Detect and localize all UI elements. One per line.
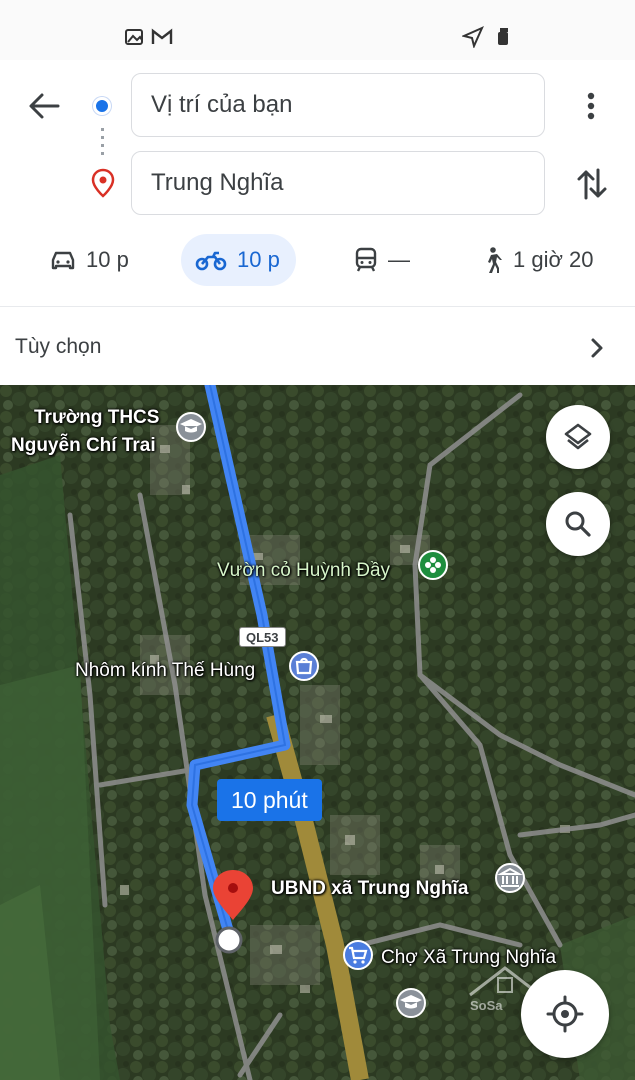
mode-motorbike-label: 10 p	[237, 247, 280, 272]
school-icon[interactable]	[176, 412, 206, 442]
options-row[interactable]: Tùy chọn	[0, 310, 635, 385]
school-label-line2: Nguyễn Chí Trai	[11, 435, 156, 456]
shop-label: Nhôm kính Thế Hùng	[75, 660, 256, 681]
transit-icon	[355, 247, 377, 272]
government-icon[interactable]	[495, 863, 525, 893]
office-label: UBND xã Trung Nghĩa	[271, 878, 469, 899]
destination-field[interactable]: Trung Nghĩa	[131, 151, 545, 215]
mode-walk[interactable]: 1 giờ 20	[481, 234, 593, 286]
travel-modes: 10 p 10 p — 1 giờ 20	[0, 234, 635, 289]
motorbike-icon	[195, 251, 227, 271]
search-button[interactable]	[546, 492, 610, 556]
map-view[interactable]: Trường THCS Nguyễn Chí Trai Vườn cỏ Huỳn…	[0, 385, 635, 1080]
school-label-line1: Trường THCS	[34, 407, 160, 428]
swap-icon[interactable]	[572, 164, 612, 204]
mode-transit[interactable]: —	[354, 234, 410, 286]
back-arrow-icon[interactable]	[22, 88, 68, 124]
road-shield: QL53	[239, 627, 286, 647]
mode-walk-label: 1 giờ 20	[513, 247, 594, 272]
mode-transit-label: —	[388, 247, 410, 272]
garden-label: Vườn cỏ Huỳnh Đầy	[217, 560, 391, 581]
mode-car[interactable]: 10 p	[50, 234, 129, 286]
shop-icon[interactable]	[289, 651, 319, 681]
route-duration-label[interactable]: 10 phút	[217, 779, 322, 821]
layers-icon	[564, 423, 592, 450]
directions-panel: Vị trí của bạn Trung Nghĩa 10 p 10 p — 1…	[0, 0, 635, 385]
options-label: Tùy chọn	[15, 335, 102, 358]
route-connector	[101, 128, 104, 160]
mode-car-label: 10 p	[86, 247, 129, 272]
school-icon[interactable]	[396, 988, 426, 1018]
more-options-icon[interactable]	[578, 88, 604, 124]
car-icon	[51, 251, 75, 270]
chevron-right-icon	[591, 338, 603, 358]
mode-motorbike[interactable]: 10 p	[181, 234, 296, 286]
origin-dot-icon	[93, 97, 111, 115]
crosshair-icon	[546, 995, 584, 1033]
search-icon	[565, 511, 591, 537]
watermark-text: SoSa	[470, 998, 503, 1013]
my-location-button[interactable]	[521, 970, 609, 1058]
origin-field[interactable]: Vị trí của bạn	[131, 73, 545, 137]
market-icon[interactable]	[343, 940, 373, 970]
garden-icon[interactable]	[418, 550, 448, 580]
layers-button[interactable]	[546, 405, 610, 469]
divider	[0, 306, 635, 307]
walk-icon	[488, 247, 502, 273]
destination-pin-icon	[91, 168, 115, 198]
